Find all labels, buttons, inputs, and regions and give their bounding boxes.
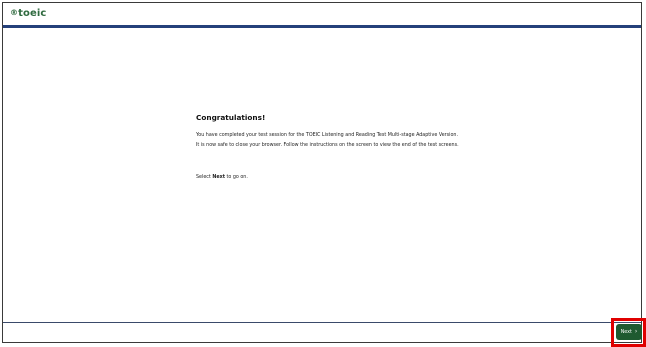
page-title: Congratulations! bbox=[196, 113, 266, 122]
close-browser-text: It is now safe to close your browser. Fo… bbox=[196, 143, 459, 149]
select-next-instruction: Select Next to go on. bbox=[196, 175, 461, 181]
next-button-label: Next bbox=[620, 329, 632, 335]
top-header: ®toeic bbox=[3, 3, 641, 25]
completion-message: Congratulations! You have completed your… bbox=[196, 113, 461, 185]
next-button[interactable]: Next › bbox=[616, 324, 642, 340]
logo-mark: ® bbox=[10, 8, 19, 17]
chevron-right-icon: › bbox=[634, 328, 638, 335]
select-next-bold: Next bbox=[212, 175, 225, 181]
toeic-logo: ®toeic bbox=[10, 8, 46, 19]
logo-text: toeic bbox=[18, 8, 47, 19]
select-prefix: Select bbox=[196, 175, 213, 181]
select-suffix: to go on. bbox=[224, 175, 248, 181]
footer-divider bbox=[3, 322, 641, 323]
completion-text: You have completed your test session for… bbox=[196, 133, 458, 138]
header-divider bbox=[3, 25, 641, 28]
